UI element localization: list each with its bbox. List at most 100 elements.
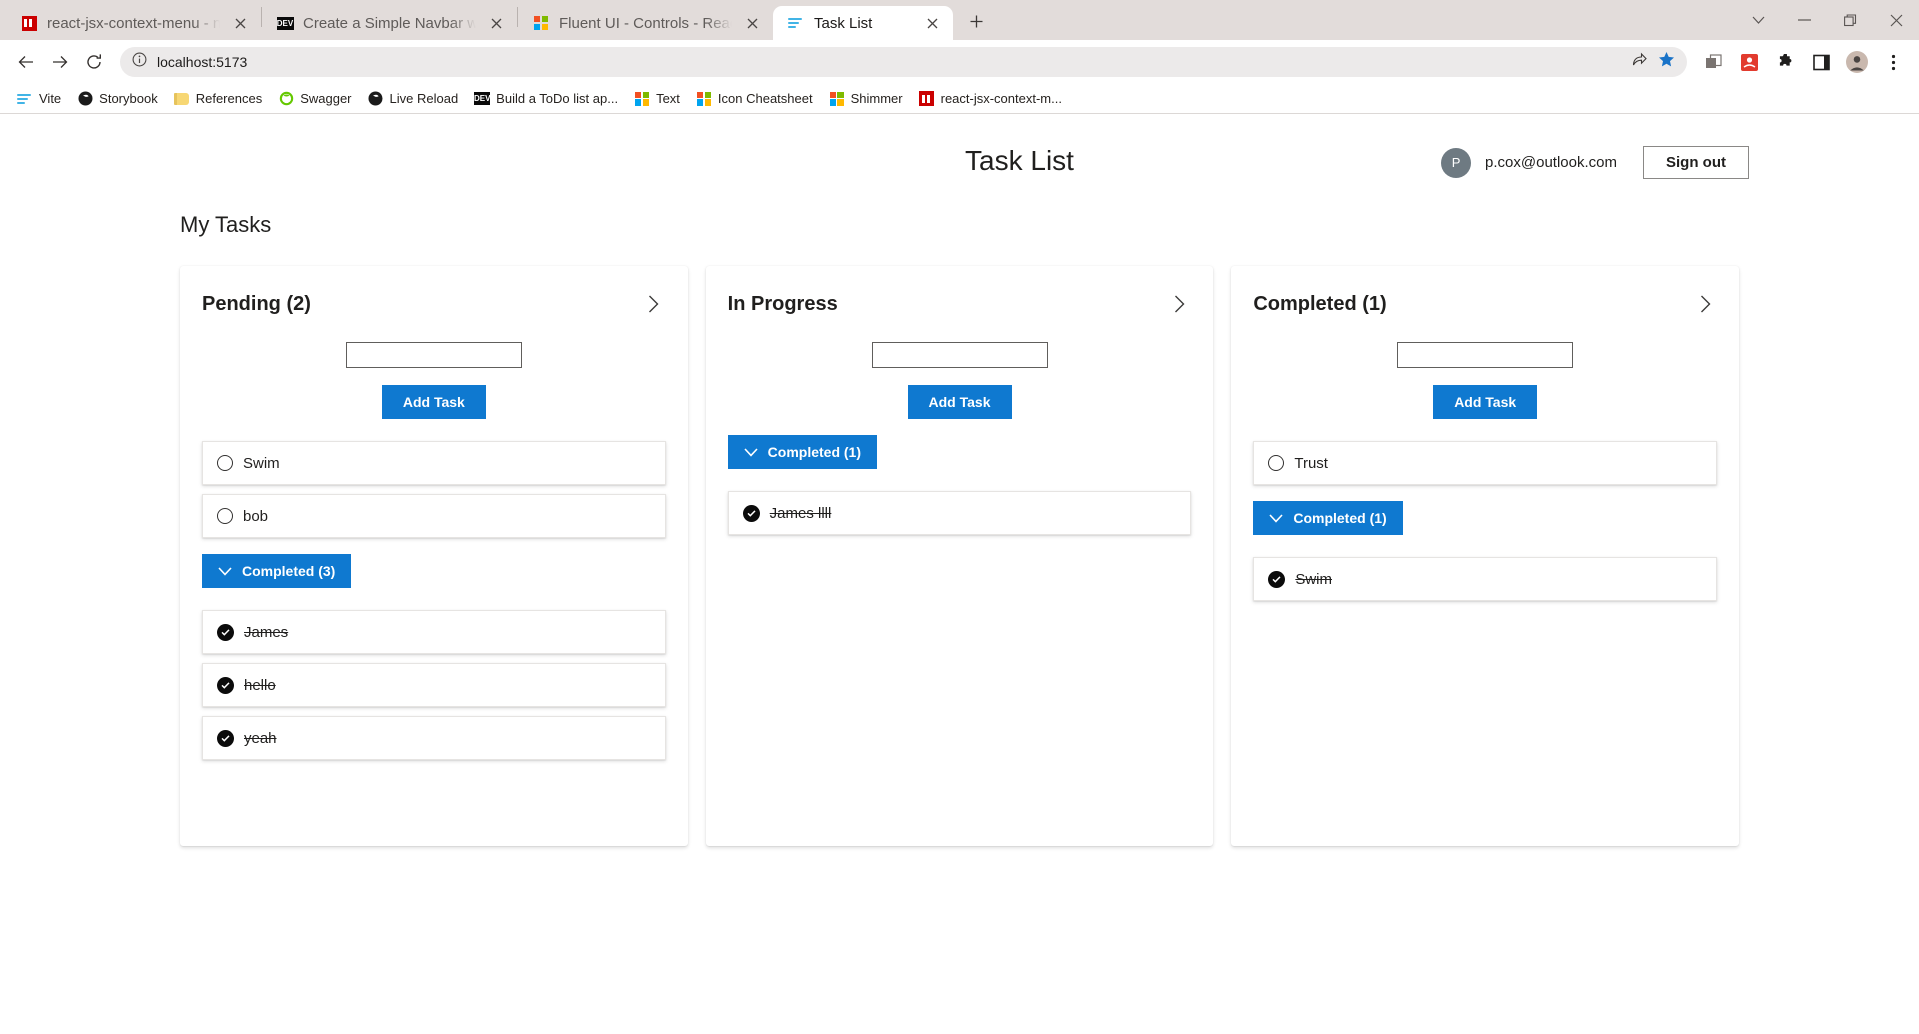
tab-title: Task List	[814, 14, 873, 32]
chevron-right-icon[interactable]	[642, 292, 666, 316]
check-circle-icon[interactable]	[217, 729, 234, 747]
npm-icon	[919, 91, 935, 107]
task-label: yeah	[244, 729, 277, 747]
section-title: My Tasks	[180, 212, 272, 237]
task-card[interactable]: Swim	[202, 441, 666, 485]
close-icon[interactable]	[921, 12, 943, 34]
new-tab-button[interactable]	[959, 4, 993, 38]
sign-out-button[interactable]: Sign out	[1643, 146, 1749, 179]
reload-icon[interactable]	[78, 46, 110, 78]
profile-icon[interactable]	[1841, 46, 1873, 78]
add-task-row: Add Task	[1253, 342, 1717, 419]
address-bar[interactable]: localhost:5173	[120, 47, 1687, 77]
browser-tab-active[interactable]: Task List	[773, 6, 953, 40]
share-icon[interactable]	[1631, 51, 1648, 73]
task-card[interactable]: bob	[202, 494, 666, 538]
npm-icon	[20, 14, 38, 32]
bookmark-icon-cheatsheet[interactable]: Icon Cheatsheet	[689, 88, 820, 110]
task-label: James llll	[769, 504, 832, 522]
more-vertical-icon[interactable]	[1877, 46, 1909, 78]
bookmark-shimmer[interactable]: Shimmer	[822, 88, 910, 110]
check-circle-icon[interactable]	[742, 504, 760, 522]
task-list-icon	[787, 14, 805, 32]
add-task-button[interactable]: Add Task	[381, 385, 486, 419]
bookmark-react-jsx-context-menu[interactable]: react-jsx-context-m...	[912, 88, 1069, 110]
new-task-input[interactable]	[1397, 342, 1574, 368]
bookmark-label: Live Reload	[389, 91, 459, 106]
check-circle-icon[interactable]	[217, 676, 234, 694]
bookmark-label: Storybook	[99, 91, 158, 106]
bookmark-references[interactable]: References	[167, 88, 269, 110]
add-task-row: Add Task	[202, 342, 666, 419]
bookmark-label: References	[195, 91, 263, 106]
bookmark-text[interactable]: Text	[627, 88, 687, 110]
chevron-right-icon[interactable]	[1693, 292, 1717, 316]
add-task-button[interactable]: Add Task	[1433, 385, 1538, 419]
bookmark-swagger[interactable]: Swagger	[271, 88, 358, 110]
task-column-pending: Pending (2) Add Task Swim bob Completed …	[180, 266, 688, 846]
browser-tab[interactable]: react-jsx-context-menu - npm	[6, 6, 261, 40]
bookmarks-bar: Vite Storybook References Swagger Live R…	[0, 84, 1919, 114]
column-title: In Progress	[727, 292, 838, 315]
completed-section-toggle[interactable]: Completed (1)	[727, 435, 878, 469]
sidebar-icon[interactable]	[1805, 46, 1837, 78]
close-icon[interactable]	[229, 12, 251, 34]
add-task-button[interactable]: Add Task	[907, 385, 1012, 419]
minimize-icon[interactable]	[1781, 0, 1827, 40]
microsoft-icon	[532, 14, 550, 32]
tab-strip: react-jsx-context-menu - npm DEV Create …	[0, 0, 1919, 40]
close-icon[interactable]	[485, 12, 507, 34]
browser-tab[interactable]: Fluent UI - Controls - React - Con	[518, 6, 773, 40]
task-label: James	[244, 623, 289, 641]
info-circle-icon[interactable]	[132, 52, 147, 72]
storybook-icon	[77, 91, 93, 107]
bookmark-label: Vite	[39, 91, 62, 106]
tab-title: Fluent UI - Controls - React - Con	[559, 14, 732, 32]
puzzle-icon[interactable]	[1769, 46, 1801, 78]
column-title: Pending (2)	[202, 292, 311, 315]
task-card[interactable]: hello	[202, 663, 666, 707]
bookmark-vite[interactable]: Vite	[10, 88, 68, 110]
completed-task-list: James hello yeah	[202, 610, 666, 760]
close-icon[interactable]	[741, 12, 763, 34]
radio-unchecked-icon[interactable]	[217, 508, 233, 524]
task-card[interactable]: Swim	[1253, 557, 1718, 601]
check-circle-icon[interactable]	[217, 623, 234, 641]
task-card[interactable]: James llll	[727, 491, 1192, 535]
check-circle-icon[interactable]	[1268, 570, 1286, 588]
radio-unchecked-icon[interactable]	[1268, 455, 1285, 471]
browser-tab[interactable]: DEV Create a Simple Navbar with 7 Li	[262, 6, 517, 40]
completed-task-list: Swim	[1253, 557, 1718, 601]
bookmark-build-todo-list[interactable]: DEV Build a ToDo list ap...	[467, 88, 625, 110]
bookmark-storybook[interactable]: Storybook	[70, 88, 165, 110]
task-column-in-progress: In Progress Add Task Completed (1) James…	[705, 266, 1214, 846]
omnibox-actions	[1631, 51, 1675, 73]
completed-section-toggle[interactable]: Completed (3)	[202, 554, 352, 588]
star-filled-icon[interactable]	[1658, 51, 1675, 73]
task-card[interactable]: Trust	[1253, 441, 1718, 485]
task-label: Trust	[1294, 454, 1328, 472]
completed-section-toggle[interactable]: Completed (1)	[1253, 501, 1403, 535]
forward-arrow-icon[interactable]	[44, 46, 76, 78]
pending-task-list: Trust	[1253, 441, 1718, 485]
live-reload-icon	[368, 91, 384, 107]
restore-icon[interactable]	[1827, 0, 1873, 40]
split-screen-icon[interactable]	[1697, 46, 1729, 78]
close-icon[interactable]	[1873, 0, 1919, 40]
back-arrow-icon[interactable]	[10, 46, 42, 78]
chevron-down-icon[interactable]	[1735, 0, 1781, 40]
chevron-right-icon[interactable]	[1167, 292, 1191, 316]
task-card[interactable]: James	[202, 610, 666, 654]
radio-unchecked-icon[interactable]	[217, 455, 233, 471]
bookmark-label: Shimmer	[850, 91, 903, 106]
new-task-input[interactable]	[871, 342, 1048, 368]
bookmark-live-reload[interactable]: Live Reload	[361, 88, 466, 110]
task-label: hello	[244, 676, 276, 694]
tab-title: Create a Simple Navbar with 7 Li	[303, 14, 476, 32]
task-card[interactable]: yeah	[202, 716, 666, 760]
extension-red-icon[interactable]	[1733, 46, 1765, 78]
task-column-completed: Completed (1) Add Task Trust Completed (…	[1231, 266, 1740, 846]
avatar: P	[1441, 147, 1472, 178]
new-task-input[interactable]	[345, 342, 522, 368]
dev-to-icon: DEV	[473, 92, 491, 105]
